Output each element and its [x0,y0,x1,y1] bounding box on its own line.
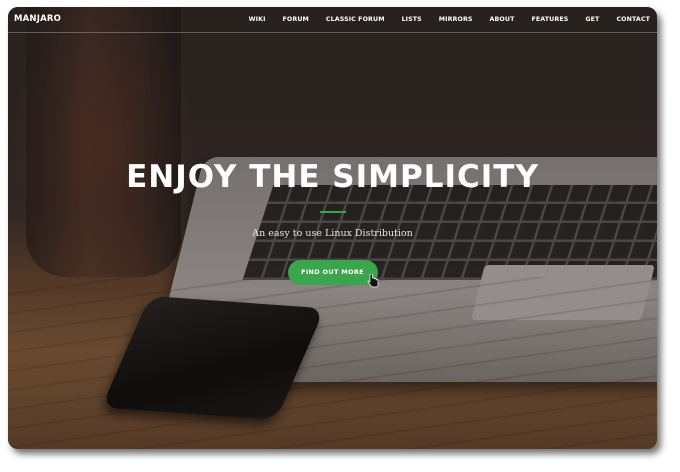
hero-subtitle: An easy to use Linux Distribution [252,228,413,239]
nav-item-get[interactable]: GET [585,16,599,23]
find-out-more-button[interactable]: FIND OUT MORE [287,260,378,288]
nav-item-about[interactable]: ABOUT [490,16,515,23]
hand-pointer-icon [366,274,378,288]
nav-item-features[interactable]: FEATURES [531,16,568,23]
nav-item-classic-forum[interactable]: CLASSIC FORUM [326,16,385,23]
nav-item-lists[interactable]: LISTS [402,16,422,23]
nav-item-wiki[interactable]: WIKI [249,16,266,23]
hero-divider [319,211,346,213]
find-out-more-label: FIND OUT MORE [301,268,364,276]
hero-title: ENJOY THE SIMPLICITY [126,159,539,195]
nav-item-forum[interactable]: FORUM [283,16,309,23]
browser-window: MANJARO WIKI FORUM CLASSIC FORUM LISTS M… [8,7,657,449]
brand-logo-text[interactable]: MANJARO [14,14,61,24]
nav-item-mirrors[interactable]: MIRRORS [439,16,473,23]
nav-item-contact[interactable]: CONTACT [616,16,650,23]
hero-section: ENJOY THE SIMPLICITY An easy to use Linu… [8,157,657,288]
nav-links: WIKI FORUM CLASSIC FORUM LISTS MIRRORS A… [232,16,650,23]
top-navbar: MANJARO WIKI FORUM CLASSIC FORUM LISTS M… [8,7,657,33]
